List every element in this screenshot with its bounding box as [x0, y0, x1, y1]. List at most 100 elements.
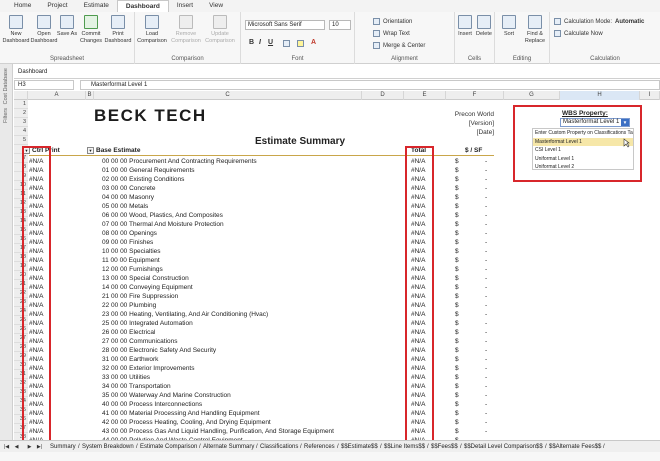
- per-sf-cell[interactable]: -: [485, 265, 487, 274]
- currency-cell[interactable]: $: [455, 193, 459, 202]
- sheet-tab[interactable]: Summary: [50, 442, 76, 452]
- bold-button[interactable]: B: [249, 39, 254, 46]
- currency-cell[interactable]: $: [455, 409, 459, 418]
- line-item-label[interactable]: 12 00 00 Furnishings: [102, 265, 163, 274]
- menu-estimate[interactable]: Estimate: [76, 0, 117, 12]
- per-sf-cell[interactable]: -: [485, 418, 487, 427]
- currency-cell[interactable]: $: [455, 274, 459, 283]
- menu-dashboard[interactable]: Dashboard: [116, 0, 169, 13]
- line-item-label[interactable]: 01 00 00 General Requirements: [102, 166, 195, 175]
- currency-cell[interactable]: $: [455, 256, 459, 265]
- wbs-option[interactable]: Uniformat Level 2: [533, 163, 633, 172]
- per-sf-cell[interactable]: -: [485, 337, 487, 346]
- calculate-now-button[interactable]: Calculate Now: [554, 30, 603, 37]
- chevron-down-icon[interactable]: ▼: [621, 119, 629, 126]
- sheet-tab[interactable]: $$Estimate$$: [341, 442, 378, 452]
- per-sf-cell[interactable]: -: [485, 382, 487, 391]
- line-item-label[interactable]: 00 00 00 Procurement And Contracting Req…: [102, 157, 257, 166]
- per-sf-cell[interactable]: -: [485, 355, 487, 364]
- currency-cell[interactable]: $: [455, 328, 459, 337]
- line-item-label[interactable]: 05 00 00 Metals: [102, 202, 148, 211]
- cost-database-tab[interactable]: Cost Database: [3, 68, 9, 104]
- line-item-label[interactable]: 07 00 00 Thermal And Moisture Protection: [102, 220, 224, 229]
- per-sf-cell[interactable]: -: [485, 364, 487, 373]
- per-sf-cell[interactable]: -: [485, 202, 487, 211]
- line-item-label[interactable]: 25 00 00 Integrated Automation: [102, 319, 193, 328]
- currency-cell[interactable]: $: [455, 283, 459, 292]
- update-comparison-button[interactable]: Update Comparison: [205, 15, 235, 44]
- per-sf-cell[interactable]: -: [485, 238, 487, 247]
- menu-view[interactable]: View: [201, 0, 231, 12]
- last-sheet-icon[interactable]: ▶|: [36, 443, 43, 451]
- per-sf-cell[interactable]: -: [485, 346, 487, 355]
- per-sf-cell[interactable]: -: [485, 193, 487, 202]
- row-header[interactable]: 2: [14, 109, 28, 118]
- sheet-tab[interactable]: Classifications: [260, 442, 298, 452]
- wrap-text-button[interactable]: Wrap Text: [373, 30, 410, 37]
- row-header[interactable]: 5: [14, 136, 28, 145]
- per-sf-cell[interactable]: -: [485, 256, 487, 265]
- line-item-label[interactable]: 40 00 00 Process Interconnections: [102, 400, 202, 409]
- line-item-label[interactable]: 02 00 00 Existing Conditions: [102, 175, 184, 184]
- line-item-label[interactable]: 33 00 00 Utilities: [102, 373, 150, 382]
- line-item-label[interactable]: 04 00 00 Masonry: [102, 193, 154, 202]
- sheet-tab[interactable]: Alternate Summary: [203, 442, 254, 452]
- line-item-label[interactable]: 09 00 00 Finishes: [102, 238, 153, 247]
- currency-cell[interactable]: $: [455, 292, 459, 301]
- per-sf-cell[interactable]: -: [485, 283, 487, 292]
- menu-project[interactable]: Project: [39, 0, 75, 12]
- menu-home[interactable]: Home: [6, 0, 39, 12]
- line-item-label[interactable]: 03 00 00 Concrete: [102, 184, 155, 193]
- line-item-label[interactable]: 41 00 00 Material Processing And Handlin…: [102, 409, 260, 418]
- column-header-c[interactable]: C: [94, 91, 362, 100]
- row-header[interactable]: 3: [14, 118, 28, 127]
- currency-cell[interactable]: $: [455, 175, 459, 184]
- currency-cell[interactable]: $: [455, 355, 459, 364]
- line-item-label[interactable]: 26 00 00 Electrical: [102, 328, 155, 337]
- filter-dropdown-icon[interactable]: ▼: [87, 147, 94, 154]
- font-size-select[interactable]: 10: [329, 20, 351, 30]
- print-dashboard-button[interactable]: Print Dashboard: [103, 15, 133, 44]
- per-sf-cell[interactable]: -: [485, 184, 487, 193]
- column-header-e[interactable]: E: [404, 91, 446, 100]
- wbs-option[interactable]: Uniformat Level 1: [533, 155, 633, 164]
- currency-cell[interactable]: $: [455, 391, 459, 400]
- per-sf-cell[interactable]: -: [485, 328, 487, 337]
- line-item-label[interactable]: 08 00 00 Openings: [102, 229, 157, 238]
- sheet-tab[interactable]: Estimate Comparison: [140, 442, 197, 452]
- base-estimate-header[interactable]: ▼ Base Estimate: [87, 147, 140, 154]
- currency-cell[interactable]: $: [455, 373, 459, 382]
- line-item-label[interactable]: 28 00 00 Electronic Safety And Security: [102, 346, 216, 355]
- per-sf-cell[interactable]: -: [485, 427, 487, 436]
- line-item-label[interactable]: 43 00 00 Process Gas And Liquid Handling…: [102, 427, 334, 436]
- column-header-f[interactable]: F: [446, 91, 504, 100]
- load-comparison-button[interactable]: Load Comparison: [137, 15, 167, 44]
- line-item-label[interactable]: 23 00 00 Heating, Ventilating, And Air C…: [102, 310, 268, 319]
- calculation-mode-dropdown[interactable]: Calculation Mode: Automatic: [554, 18, 644, 25]
- sheet-tab[interactable]: $$Detail Level Comparison$$: [464, 442, 543, 452]
- line-item-label[interactable]: 22 00 00 Plumbing: [102, 301, 156, 310]
- row-header[interactable]: 4: [14, 127, 28, 136]
- column-header-d[interactable]: D: [362, 91, 404, 100]
- sheet-tab[interactable]: $$Alternate Fees$$: [549, 442, 601, 452]
- currency-cell[interactable]: $: [455, 382, 459, 391]
- wbs-option[interactable]: CSI Level 1: [533, 146, 633, 155]
- per-sf-cell[interactable]: -: [485, 175, 487, 184]
- line-item-label[interactable]: 31 00 00 Earthwork: [102, 355, 158, 364]
- currency-cell[interactable]: $: [455, 310, 459, 319]
- find-replace-button[interactable]: Find & Replace: [520, 15, 550, 44]
- currency-cell[interactable]: $: [455, 418, 459, 427]
- line-item-label[interactable]: 14 00 00 Conveying Equipment: [102, 283, 193, 292]
- sheet-tab[interactable]: References: [304, 442, 335, 452]
- column-header-b[interactable]: B: [86, 91, 94, 100]
- line-item-label[interactable]: 34 00 00 Transportation: [102, 382, 171, 391]
- currency-cell[interactable]: $: [455, 166, 459, 175]
- line-item-label[interactable]: 11 00 00 Equipment: [102, 256, 160, 265]
- orientation-button[interactable]: Orientation: [373, 18, 412, 25]
- dashboard-tab[interactable]: Dashboard: [14, 67, 104, 77]
- per-sf-cell[interactable]: -: [485, 310, 487, 319]
- formula-bar[interactable]: Masterformat Level 1: [80, 80, 660, 90]
- italic-button[interactable]: I: [259, 39, 261, 46]
- borders-icon[interactable]: [283, 40, 290, 47]
- column-header-i[interactable]: I: [640, 91, 660, 100]
